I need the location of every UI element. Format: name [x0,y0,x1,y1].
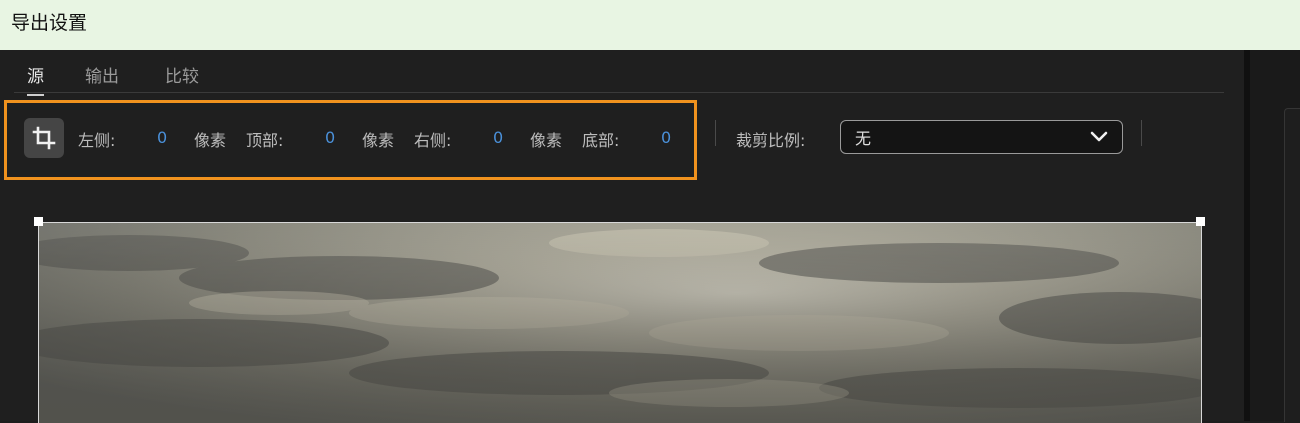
crop-left-label: 左侧: [78,131,116,150]
right-panel-edge [1244,50,1300,422]
crop-bottom-value[interactable]: 0 [661,128,671,147]
aspect-ratio-value: 无 [855,129,872,148]
sky-clouds-image [39,223,1201,423]
crop-button[interactable] [24,118,64,158]
crop-top-label: 顶部: [246,131,284,150]
crop-right-unit: 像素 [530,131,563,150]
tab-bar: 源 输出 比较 [14,50,1224,96]
crop-left-value[interactable]: 0 [157,128,167,147]
right-panel-frame [1284,108,1300,422]
tab-source[interactable]: 源 [27,62,44,96]
source-preview-image [38,222,1202,423]
export-settings-panel: 源 输出 比较 左侧: 0 像素 顶部: 0 像素 右侧: 0 像素 底部: 0… [0,50,1244,423]
chevron-down-icon [1090,131,1108,142]
aspect-ratio-dropdown[interactable]: 无 [840,120,1123,154]
toolbar-divider-end [1141,120,1142,146]
crop-handle-top-left[interactable] [34,217,43,226]
aspect-ratio-label: 裁剪比例: [736,131,806,150]
crop-top-value[interactable]: 0 [325,128,335,147]
crop-right-label: 右侧: [414,131,452,150]
crop-left-unit: 像素 [194,131,227,150]
tab-compare[interactable]: 比较 [165,62,199,87]
window-title: 导出设置 [11,12,88,34]
toolbar-divider [715,120,716,146]
crop-handle-top-right[interactable] [1196,217,1205,226]
panel-splitter[interactable] [1244,50,1250,421]
crop-top-unit: 像素 [362,131,395,150]
crop-bottom-label: 底部: [582,131,620,150]
crop-icon [32,126,56,150]
tab-output[interactable]: 输出 [85,62,119,87]
window-titlebar: 导出设置 [0,0,1300,50]
crop-right-value[interactable]: 0 [493,128,503,147]
